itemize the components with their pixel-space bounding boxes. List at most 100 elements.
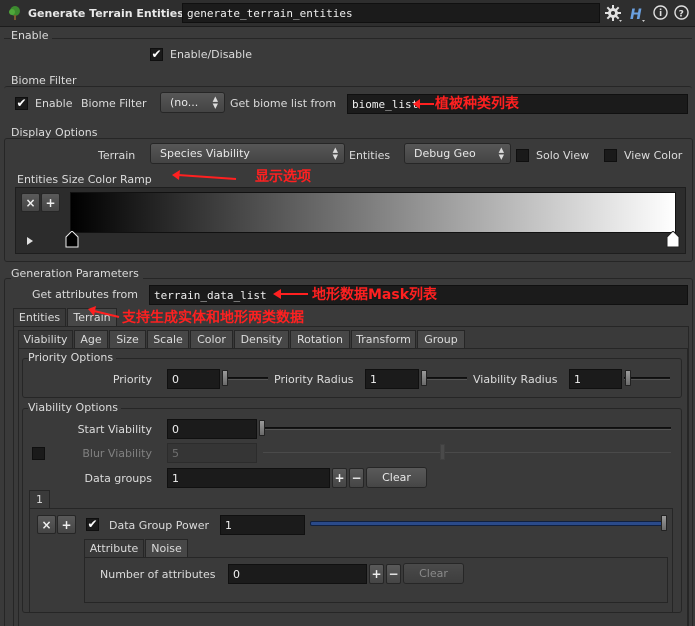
annotation-support: 支持生成实体和地形两类数据 xyxy=(122,310,304,326)
enable-section-title: Enable xyxy=(11,30,53,41)
blur-viability-slider-track[interactable] xyxy=(263,452,671,453)
data-group-power-slider-track[interactable] xyxy=(310,521,666,526)
tab-age[interactable]: Age xyxy=(74,330,108,348)
annotation-biome: 植被种类列表 xyxy=(435,96,519,112)
tab-density[interactable]: Density xyxy=(234,330,289,348)
svg-text:H: H xyxy=(630,7,642,23)
tab-attribute[interactable]: Attribute xyxy=(84,539,144,557)
viability-options-title: Viability Options xyxy=(28,402,121,413)
data-group-power-checkbox[interactable]: ✔ xyxy=(86,518,99,531)
priority-radius-slider-track[interactable] xyxy=(421,377,467,380)
tab-viability[interactable]: Viability xyxy=(18,330,73,348)
biome-filter-value: (no... xyxy=(170,96,199,109)
start-viability-slider-handle[interactable] xyxy=(259,420,265,436)
enable-disable-checkbox[interactable]: ✔ xyxy=(150,48,163,61)
entities-value: Debug Geo xyxy=(414,147,476,160)
num-attributes-minus-button[interactable]: − xyxy=(386,564,401,584)
viability-radius-slider-handle[interactable] xyxy=(625,370,631,386)
entities-dropdown[interactable]: Debug Geo ▲ ▼ xyxy=(404,143,511,164)
solo-view-checkbox[interactable] xyxy=(516,149,529,162)
ramp-remove-button[interactable]: × xyxy=(21,193,40,212)
terrain-label: Terrain xyxy=(98,149,136,162)
tab-size[interactable]: Size xyxy=(109,330,146,348)
priority-radius-slider-handle[interactable] xyxy=(421,370,427,386)
group-add-button[interactable]: + xyxy=(57,515,76,534)
data-groups-label: Data groups xyxy=(84,472,152,485)
blur-viability-label: Blur Viability xyxy=(82,447,152,460)
node-type-label: Generate Terrain Entities xyxy=(28,7,184,20)
blur-viability-checkbox[interactable] xyxy=(32,447,45,460)
priority-radius-label: Priority Radius xyxy=(274,373,354,386)
biome-filter-title: Biome Filter xyxy=(11,75,81,86)
priority-options-title: Priority Options xyxy=(28,352,117,363)
priority-slider-handle[interactable] xyxy=(222,370,228,386)
tab-transform[interactable]: Transform xyxy=(351,330,416,348)
ramp-label: Entities Size Color Ramp xyxy=(17,173,152,186)
tab-color[interactable]: Color xyxy=(190,330,233,348)
ramp-add-button[interactable]: + xyxy=(41,193,60,212)
data-groups-minus-button[interactable]: − xyxy=(349,468,364,488)
data-groups-clear-button[interactable]: Clear xyxy=(366,467,427,488)
tab-rotation[interactable]: Rotation xyxy=(290,330,350,348)
ramp-key-start[interactable] xyxy=(65,230,79,248)
help-icon[interactable]: ? xyxy=(674,5,689,20)
priority-slider-track[interactable] xyxy=(222,377,268,380)
annotation-arrow-mask xyxy=(273,289,308,299)
tab-group[interactable]: Group xyxy=(417,330,465,348)
entities-label: Entities xyxy=(349,149,391,162)
chevron-updown-icon: ▲ ▼ xyxy=(498,145,504,161)
view-color-label: View Color xyxy=(624,149,683,162)
houdini-help-icon[interactable]: H xyxy=(629,4,649,24)
data-group-power-slider-handle[interactable] xyxy=(661,515,667,531)
group-instance-tab-1[interactable]: 1 xyxy=(29,490,50,508)
blur-viability-field[interactable]: 5 xyxy=(167,443,257,463)
tab-noise[interactable]: Noise xyxy=(145,539,188,557)
chevron-updown-icon: ▲ ▼ xyxy=(212,94,218,110)
tab-scale[interactable]: Scale xyxy=(147,330,189,348)
enable-disable-label: Enable/Disable xyxy=(170,48,252,61)
annotation-mask: 地形数据Mask列表 xyxy=(312,287,438,303)
display-options-title: Display Options xyxy=(11,127,102,138)
tab-entities[interactable]: Entities xyxy=(13,308,66,326)
view-color-checkbox[interactable] xyxy=(604,149,617,162)
node-name-field[interactable]: generate_terrain_entities xyxy=(182,3,600,23)
biome-enable-checkbox[interactable]: ✔ xyxy=(15,97,28,110)
priority-radius-field[interactable]: 1 xyxy=(365,369,419,389)
num-attributes-plus-button[interactable]: + xyxy=(369,564,384,584)
num-attributes-label: Number of attributes xyxy=(100,568,216,581)
ramp-key-end[interactable] xyxy=(666,230,680,248)
start-viability-slider-track[interactable] xyxy=(259,427,671,430)
solo-view-label: Solo View xyxy=(536,149,590,162)
color-ramp-gradient[interactable] xyxy=(70,192,676,233)
annotation-arrow-support xyxy=(88,306,120,318)
chevron-updown-icon: ▲ ▼ xyxy=(332,145,338,161)
annotation-display: 显示选项 xyxy=(255,169,311,185)
priority-label: Priority xyxy=(112,373,152,386)
annotation-arrow-display xyxy=(172,170,237,180)
data-group-power-field[interactable]: 1 xyxy=(220,515,305,535)
data-groups-field[interactable]: 1 xyxy=(167,468,330,488)
enable-divider xyxy=(4,38,692,39)
terrain-node-icon xyxy=(7,5,23,21)
viability-radius-field[interactable]: 1 xyxy=(569,369,622,389)
info-icon[interactable] xyxy=(653,5,668,20)
biome-filter-label: Biome Filter xyxy=(81,97,147,110)
start-viability-field[interactable]: 0 xyxy=(167,419,257,439)
gear-icon[interactable] xyxy=(604,4,624,24)
biome-list-label: Get biome list from xyxy=(230,97,337,110)
group-remove-button[interactable]: × xyxy=(37,515,56,534)
priority-field[interactable]: 0 xyxy=(167,369,220,389)
viability-radius-label: Viability Radius xyxy=(473,373,558,386)
num-attributes-clear-button[interactable]: Clear xyxy=(403,563,464,584)
num-attributes-field[interactable]: 0 xyxy=(228,564,367,584)
ramp-expand-icon[interactable] xyxy=(26,235,34,245)
svg-text:?: ? xyxy=(679,9,684,19)
data-groups-plus-button[interactable]: + xyxy=(332,468,347,488)
terrain-dropdown[interactable]: Species Viability ▲ ▼ xyxy=(150,143,345,164)
generation-title: Generation Parameters xyxy=(11,268,143,279)
biome-enable-label: Enable xyxy=(35,97,73,110)
blur-viability-slider-handle[interactable] xyxy=(440,444,445,460)
biome-filter-dropdown[interactable]: (no... ▲ ▼ xyxy=(160,92,225,113)
start-viability-label: Start Viability xyxy=(77,423,152,436)
data-group-power-label: Data Group Power xyxy=(109,519,210,532)
